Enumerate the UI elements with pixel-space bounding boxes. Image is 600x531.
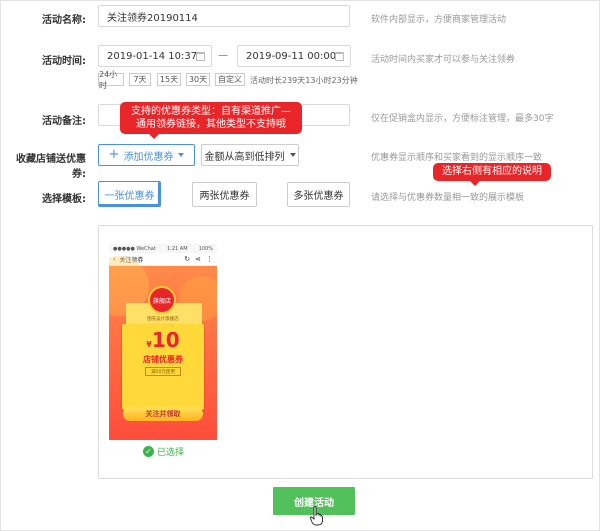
phone-body: 旗舰店 图先设计旗舰店 ¥10 店铺优惠券 满50元使用 关注并领取 [109,256,217,440]
start-time-value: 2019-01-14 10:37 [107,50,198,62]
check-icon: ✓ [143,446,154,457]
status-battery: 100% [198,245,213,252]
more-icon: ⋮ [206,255,213,263]
hand-cursor-icon [310,506,323,526]
duration-custom-button[interactable]: 自定义 [215,73,245,86]
coupon-type-tooltip: 支持的优惠券类型：自有渠道推广— 通用领券链接，其他类型不支持哦 [120,102,302,139]
remark-label: 活动备注: [42,116,86,127]
sort-dropdown[interactable]: 金额从高到低排列 [201,144,299,166]
plus-icon: + [108,147,120,162]
time-separator: — [218,50,228,61]
calendar-icon[interactable] [335,52,344,61]
time-hint: 活动时间内买家才可以参与关注领券 [371,55,516,65]
calendar-icon[interactable] [196,52,205,61]
follow-and-claim-button: 关注并领取 [123,407,203,421]
template-tooltip: 选择右侧有相应的说明 [433,163,551,186]
chevron-down-icon [178,153,185,157]
start-time-input[interactable]: 2019-01-14 10:37 [98,45,212,67]
chevron-down-icon [289,153,296,157]
tooltip-line-2: 通用领券链接，其他类型不支持哦 [136,119,286,130]
template-label: 选择模板: [42,194,86,205]
duration-text: 活动时长239天13小时23分钟 [250,76,358,85]
phone-status-bar: ●●●●● WeChat 1:21 AM 100% [109,244,217,253]
refresh-icon: ↻ [184,255,191,263]
tooltip-line-1: 支持的优惠券类型：自有渠道推广— [131,106,291,117]
time-label: 活动时间: [42,56,86,67]
name-label: 活动名称: [42,15,86,26]
template-one-coupon[interactable]: 一张优惠券 [98,181,161,207]
duration-24h-button[interactable]: 24小时 [98,70,124,90]
selected-text: 已选择 [157,448,185,458]
template-two-coupons[interactable]: 两张优惠券 [192,182,257,207]
add-coupon-label: 添加优惠券 [123,151,174,163]
duration-15d-button[interactable]: 15天 [157,73,181,86]
coupon-hint: 优惠券显示顺序和买家看到的显示顺序一致 [371,153,543,163]
template-hint: 请选择与优惠券数量相一致的展示模板 [371,193,525,203]
coupon-title: 店铺优惠券 [143,355,183,364]
duration-7d-button[interactable]: 7天 [129,73,151,86]
coupon-condition: 满50元使用 [145,367,181,376]
phone-preview: ●●●●● WeChat 1:21 AM 100% ‹ 关注领券 ↻ ⋖ ⋮ 旗… [109,244,217,440]
name-input[interactable]: 关注领券20190114 [98,5,350,27]
coupon-amount: ¥10 [146,328,180,352]
sort-label: 金额从高到低排列 [204,151,285,163]
shop-name: 图先设计旗舰店 [147,317,179,322]
add-coupon-button[interactable]: + 添加优惠券 [98,144,195,166]
shop-badge: 旗舰店 [148,286,176,314]
status-time: 1:21 AM [166,245,188,252]
template-multi-coupons[interactable]: 多张优惠券 [287,182,350,207]
remark-hint: 仅在促销盒内显示，方便标注管理，最多30字 [371,114,554,124]
selected-indicator: ✓ 已选择 [143,445,184,458]
end-time-value: 2019-09-11 00:00 [246,50,337,62]
duration-30d-button[interactable]: 30天 [186,73,210,86]
coupon-label: 收藏店铺送优惠券: [16,154,86,180]
status-carrier: ●●●●● WeChat [113,245,156,252]
share-icon: ⋖ [195,255,201,263]
name-hint: 软件内部显示，方便商家管理活动 [371,15,507,25]
end-time-input[interactable]: 2019-09-11 00:00 [237,45,351,67]
